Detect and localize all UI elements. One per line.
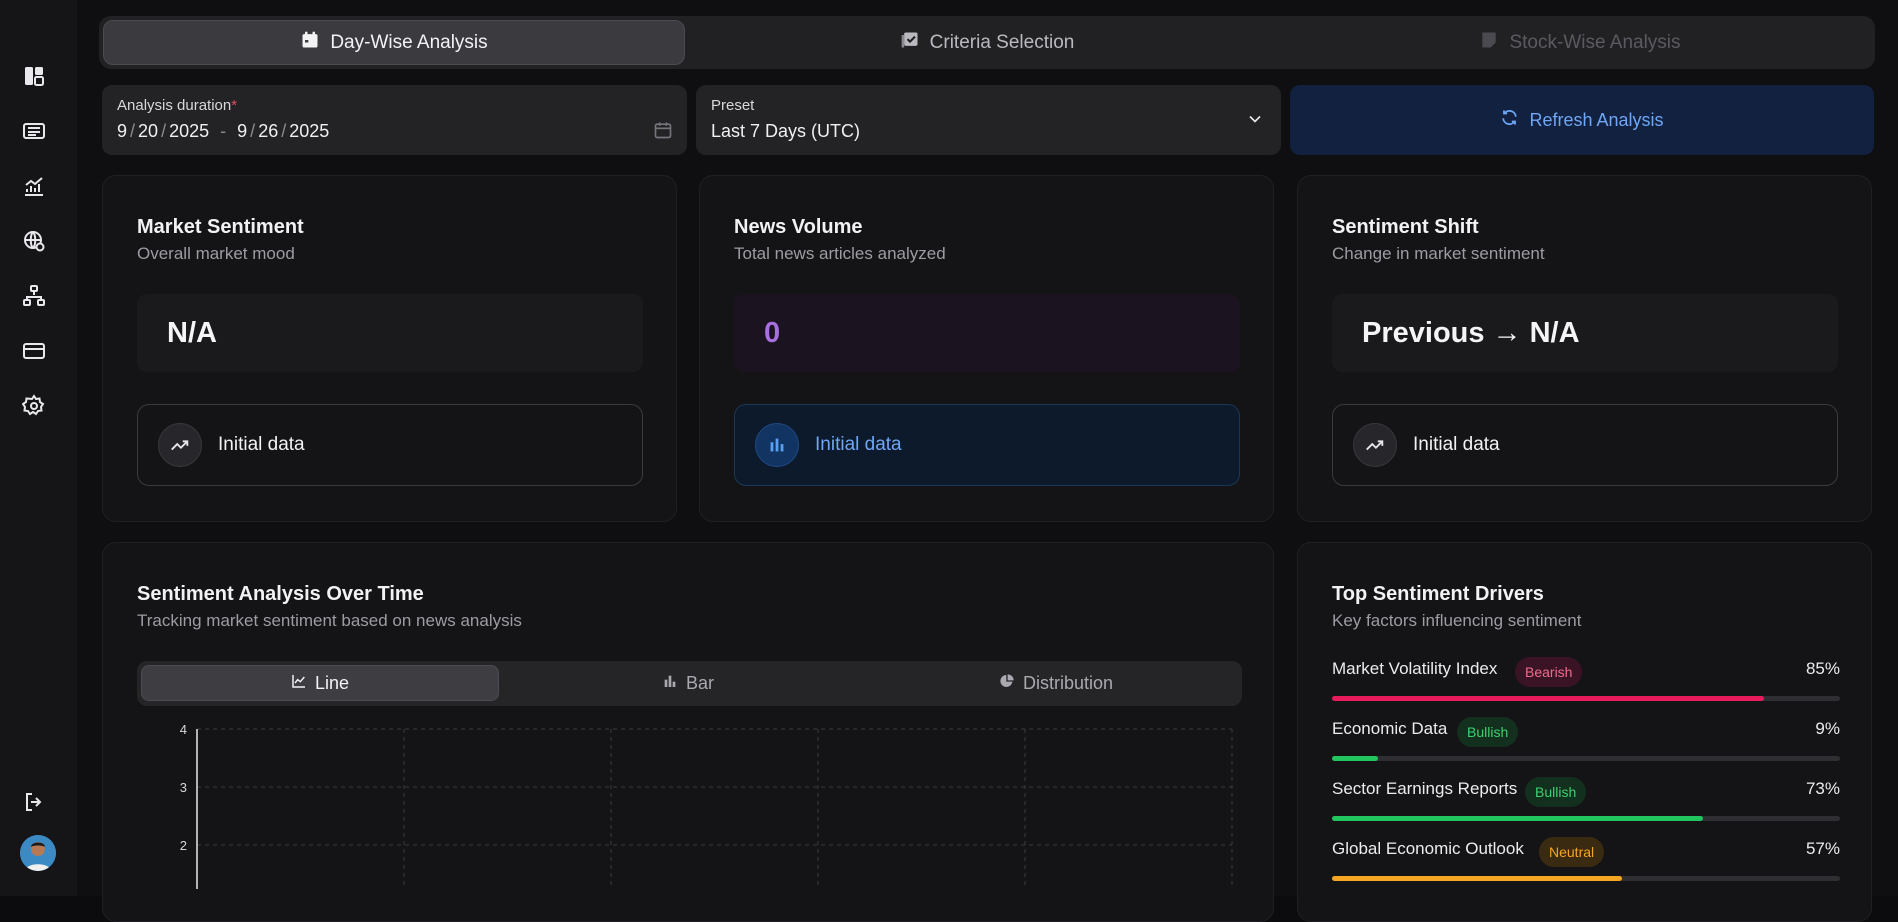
tab-label: Day-Wise Analysis	[330, 31, 488, 53]
progress-fill	[1332, 876, 1622, 881]
progress-fill	[1332, 696, 1764, 701]
sentiment-shift-status: Initial data	[1332, 404, 1838, 486]
progress-fill	[1332, 816, 1703, 821]
progress-track	[1332, 876, 1840, 881]
preset-select[interactable]: Preset Last 7 Days (UTC)	[696, 85, 1281, 155]
driver-percent: 57%	[1805, 839, 1840, 858]
tab-stock-wise-analysis[interactable]: Stock-Wise Analysis	[1289, 20, 1871, 65]
tab-label: Bar	[685, 672, 714, 693]
card-subtitle: Key factors influencing sentiment	[1332, 611, 1582, 630]
y-tick-label: 2	[180, 838, 187, 853]
refresh-analysis-button[interactable]: Refresh Analysis	[1290, 85, 1874, 155]
card-subtitle: Total news articles analyzed	[734, 244, 946, 263]
analytics-icon[interactable]	[20, 172, 48, 200]
card-subtitle: Change in market sentiment	[1332, 244, 1545, 263]
news-icon[interactable]	[20, 117, 48, 145]
avatar[interactable]	[20, 835, 56, 871]
tab-criteria-selection[interactable]: Criteria Selection	[696, 20, 1278, 65]
bar-chart-icon	[662, 673, 678, 694]
news-volume-value: 0	[734, 294, 1240, 372]
news-volume-status: Initial data	[734, 404, 1240, 486]
driver-name: Economic Data	[1332, 719, 1448, 738]
checklist-icon	[900, 30, 920, 56]
analysis-duration-label: Analysis duration*	[117, 97, 238, 114]
driver-percent: 9%	[1815, 719, 1840, 738]
sentiment-over-time-card: Sentiment Analysis Over Time Tracking ma…	[102, 542, 1274, 922]
y-tick-label: 3	[180, 780, 187, 795]
top-sentiment-drivers-card: Top Sentiment Drivers Key factors influe…	[1297, 542, 1872, 922]
sentiment-shift-card: Sentiment Shift Change in market sentime…	[1297, 175, 1872, 522]
calendar-icon	[300, 30, 320, 56]
refresh-icon	[1500, 108, 1519, 132]
bar-chart-icon	[755, 423, 799, 467]
dashboard-icon[interactable]	[20, 62, 48, 90]
chart-view-tabs: Line Bar Distribution	[137, 661, 1242, 706]
tab-line[interactable]: Line	[141, 665, 499, 701]
calendar-picker-icon[interactable]	[653, 120, 673, 145]
driver-row: Sector Earnings Reports Bullish 73%	[1332, 777, 1840, 829]
sentiment-badge: Neutral	[1539, 837, 1605, 867]
analysis-tabbar: Day-Wise Analysis Criteria Selection Sto…	[99, 16, 1875, 69]
settings-icon[interactable]	[20, 392, 48, 420]
hierarchy-icon[interactable]	[20, 282, 48, 310]
card-title: Sentiment Shift	[1332, 216, 1479, 238]
logout-icon[interactable]	[20, 788, 48, 816]
sentiment-shift-value: Previous → N/A	[1332, 294, 1838, 372]
news-volume-card: News Volume Total news articles analyzed…	[699, 175, 1274, 522]
driver-name: Sector Earnings Reports	[1332, 779, 1518, 798]
preset-value: Last 7 Days (UTC)	[711, 121, 861, 141]
card-icon[interactable]	[20, 337, 48, 365]
tab-day-wise-analysis[interactable]: Day-Wise Analysis	[103, 20, 685, 65]
tab-label: Line	[314, 672, 350, 693]
globe-settings-icon[interactable]	[20, 227, 48, 255]
driver-row: Global Economic Outlook Neutral 57%	[1332, 837, 1840, 889]
note-icon	[1479, 30, 1499, 56]
market-sentiment-value: N/A	[137, 294, 643, 372]
progress-fill	[1332, 756, 1378, 761]
card-subtitle: Overall market mood	[137, 244, 295, 263]
tab-bar[interactable]: Bar	[509, 665, 867, 701]
line-chart-icon	[291, 673, 307, 694]
driver-name: Global Economic Outlook	[1332, 839, 1524, 858]
driver-percent: 85%	[1805, 659, 1840, 678]
date-range-value[interactable]: 9/20/2025 - 9/26/2025	[117, 121, 672, 142]
sidebar	[0, 0, 78, 896]
card-title: Market Sentiment	[137, 216, 304, 238]
preset-label: Preset	[711, 97, 755, 114]
progress-track	[1332, 816, 1840, 821]
chevron-down-icon	[1245, 109, 1265, 134]
card-subtitle: Tracking market sentiment based on news …	[137, 611, 522, 630]
tab-distribution[interactable]: Distribution	[877, 665, 1235, 701]
pie-chart-icon	[999, 673, 1015, 694]
progress-track	[1332, 696, 1840, 701]
status-label: Initial data	[218, 434, 305, 455]
progress-track	[1332, 756, 1840, 761]
status-label: Initial data	[815, 434, 902, 455]
sentiment-badge: Bearish	[1515, 657, 1583, 687]
card-title: Top Sentiment Drivers	[1332, 583, 1544, 605]
sentiment-badge: Bullish	[1525, 777, 1587, 807]
tab-label: Distribution	[1022, 672, 1114, 693]
sentiment-badge: Bullish	[1457, 717, 1519, 747]
market-sentiment-card: Market Sentiment Overall market mood N/A…	[102, 175, 677, 522]
analysis-duration-field[interactable]: Analysis duration* 9/20/2025 - 9/26/2025	[102, 85, 687, 155]
card-title: Sentiment Analysis Over Time	[137, 583, 424, 605]
card-title: News Volume	[734, 216, 863, 238]
driver-name: Market Volatility Index	[1332, 659, 1498, 678]
tab-label: Criteria Selection	[929, 31, 1075, 53]
trend-icon	[158, 423, 202, 467]
driver-percent: 73%	[1805, 779, 1840, 798]
market-sentiment-status: Initial data	[137, 404, 643, 486]
trend-icon	[1353, 423, 1397, 467]
status-label: Initial data	[1413, 434, 1500, 455]
refresh-label: Refresh Analysis	[1529, 109, 1664, 130]
main-content: Day-Wise Analysis Criteria Selection Sto…	[77, 0, 1898, 922]
sentiment-line-chart: 4 3 2	[180, 722, 1233, 889]
driver-row: Market Volatility Index Bearish 85%	[1332, 657, 1840, 709]
driver-row: Economic Data Bullish 9%	[1332, 717, 1840, 769]
tab-label: Stock-Wise Analysis	[1509, 31, 1681, 53]
y-tick-label: 4	[180, 722, 187, 737]
